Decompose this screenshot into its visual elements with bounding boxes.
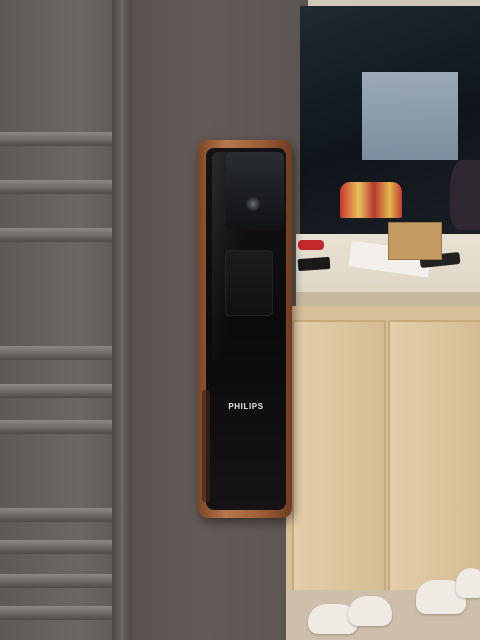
louver-slat	[0, 384, 120, 398]
figurines	[340, 182, 402, 218]
louver-slat	[0, 346, 120, 360]
red-item	[298, 240, 324, 250]
cabinet-door-left	[292, 320, 386, 596]
louver-slat	[0, 180, 120, 194]
keypad-panel[interactable]	[225, 250, 273, 316]
camera-window	[226, 152, 284, 230]
louver-slat	[0, 540, 120, 554]
window-reflection	[362, 72, 458, 160]
louver-edge	[112, 0, 132, 640]
slipper	[456, 568, 480, 598]
brand-label: PHILIPS	[228, 402, 264, 411]
dark-plant	[450, 160, 480, 230]
louver-slat	[0, 508, 120, 522]
louver-slat	[0, 132, 120, 146]
louver-slat	[0, 228, 120, 242]
cardboard-box	[388, 222, 442, 260]
cabinet-door-right	[388, 320, 480, 596]
camera-lens-icon	[246, 197, 260, 211]
wooden-cabinet	[286, 306, 480, 606]
floor	[286, 568, 480, 640]
louver-slat	[0, 574, 120, 588]
phone	[297, 256, 331, 272]
louver-slat	[0, 606, 120, 620]
slipper	[348, 596, 392, 626]
louver-slat	[0, 420, 120, 434]
